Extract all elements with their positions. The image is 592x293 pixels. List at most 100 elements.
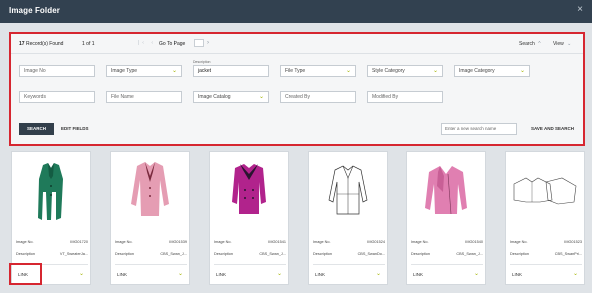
- description-label: Description: [313, 252, 332, 256]
- image-card[interactable]: Image No. IMG01539 Description CBS_Swan_…: [110, 151, 190, 285]
- divider: [11, 53, 583, 54]
- close-icon[interactable]: ×: [577, 4, 583, 16]
- divider: [214, 264, 286, 265]
- description-value: CBS_Swan_J...: [456, 252, 483, 256]
- chevron-down-icon[interactable]: ⌄: [376, 270, 381, 277]
- divider: [115, 264, 187, 265]
- description-value: CBS_SwanDo...: [357, 252, 385, 256]
- record-count-label: Record(s) Found: [25, 41, 64, 47]
- description-input[interactable]: jacket: [193, 65, 269, 77]
- image-no-label: Image No.: [313, 240, 331, 244]
- image-type-select[interactable]: Image Type ⌄: [106, 65, 182, 77]
- chevron-down-icon[interactable]: ⌄: [79, 270, 84, 277]
- jacket-image: [131, 162, 169, 216]
- goto-next-icon[interactable]: ›: [207, 40, 209, 46]
- created-by-input[interactable]: Created By: [280, 91, 356, 103]
- image-thumbnail[interactable]: [210, 152, 288, 232]
- image-no-label: Image No.: [16, 240, 34, 244]
- image-card[interactable]: Image No. IMG01540 Description CBS_Swan_…: [406, 151, 486, 285]
- image-thumbnail[interactable]: [111, 152, 189, 232]
- image-no-value: IMG01540: [465, 240, 483, 244]
- image-no-value: IMG01541: [268, 240, 286, 244]
- page-info: 1 of 1: [82, 41, 95, 47]
- description-value: VT_SweaterJa...: [59, 252, 88, 256]
- modified-by-placeholder: Modified By: [372, 94, 399, 100]
- chevron-down-icon: ⌄: [258, 94, 264, 100]
- link-button[interactable]: LINK: [512, 272, 522, 277]
- image-no-label: Image No.: [214, 240, 232, 244]
- jacket-image: [38, 163, 63, 220]
- link-button[interactable]: LINK: [117, 272, 127, 277]
- image-card[interactable]: Image No. IMG01524 Description CBS_SwanD…: [308, 151, 388, 285]
- search-panel: 17 Record(s) Found 1 of 1 |‹ ‹ › ›| Go T…: [9, 32, 585, 146]
- description-label: Description: [214, 252, 233, 256]
- view-toggle-label: View: [553, 41, 564, 47]
- jacket-image: [232, 164, 266, 214]
- image-no-label: Image No.: [411, 240, 429, 244]
- image-thumbnail[interactable]: [407, 152, 485, 232]
- chevron-down-icon[interactable]: ⌄: [178, 270, 183, 277]
- image-thumbnail[interactable]: [309, 152, 387, 232]
- chevron-down-icon[interactable]: ⌄: [277, 270, 282, 277]
- image-no-value: IMG01524: [367, 240, 385, 244]
- description-value: jacket: [198, 68, 212, 74]
- description-value: CBS_Swan_J...: [160, 252, 187, 256]
- image-category-value: Image Category: [459, 68, 495, 74]
- created-by-placeholder: Created By: [285, 94, 311, 100]
- description-label: Description: [16, 252, 35, 256]
- link-button[interactable]: LINK: [315, 272, 325, 277]
- image-no-value: IMG01720: [70, 240, 88, 244]
- search-toggle-label: Search: [519, 41, 535, 47]
- chevron-down-icon: ⌄: [171, 68, 177, 74]
- style-category-value: Style Category: [372, 68, 405, 74]
- description-label: Description: [115, 252, 134, 256]
- image-no-label: Image No.: [115, 240, 133, 244]
- description-caption: Description: [193, 60, 211, 64]
- image-no-placeholder: Image No: [24, 68, 46, 74]
- image-thumbnail[interactable]: [12, 152, 90, 232]
- image-no-label: Image No.: [510, 240, 528, 244]
- file-type-value: File Type: [285, 68, 306, 74]
- file-type-select[interactable]: File Type ⌄: [280, 65, 356, 77]
- modified-by-input[interactable]: Modified By: [367, 91, 443, 103]
- file-name-input[interactable]: File Name: [106, 91, 182, 103]
- image-catalog-value: Image Catalog: [198, 94, 231, 100]
- description-label: Description: [411, 252, 430, 256]
- style-category-select[interactable]: Style Category ⌄: [367, 65, 443, 77]
- divider: [510, 264, 582, 265]
- image-no-value: IMG01523: [564, 240, 582, 244]
- image-category-select[interactable]: Image Category ⌄: [454, 65, 530, 77]
- image-no-input[interactable]: Image No: [19, 65, 95, 77]
- new-search-name-input[interactable]: Enter a new search name: [441, 123, 517, 135]
- image-type-value: Image Type: [111, 68, 138, 74]
- jacket-sketch-image: [513, 177, 577, 205]
- record-count-number: 17: [19, 41, 25, 47]
- keywords-input[interactable]: Keywords: [19, 91, 95, 103]
- image-no-value: IMG01539: [169, 240, 187, 244]
- divider: [313, 264, 385, 265]
- search-toggle[interactable]: Search ^: [519, 41, 541, 47]
- goto-page-input[interactable]: [194, 39, 204, 47]
- link-button[interactable]: LINK: [413, 272, 423, 277]
- image-card[interactable]: Image No. IMG01541 Description CBS_Swan_…: [209, 151, 289, 285]
- description-label: Description: [510, 252, 529, 256]
- jacket-image: [425, 166, 467, 215]
- window-title: Image Folder: [9, 6, 60, 15]
- search-button[interactable]: SEARCH: [19, 123, 54, 135]
- goto-page-label: Go To Page: [159, 41, 186, 47]
- caret-up-icon: ^: [538, 41, 541, 47]
- image-card[interactable]: Image No. IMG01523 Description CBS_SwanP…: [505, 151, 585, 285]
- save-and-search-button[interactable]: SAVE AND SEARCH: [531, 126, 574, 131]
- new-search-placeholder: Enter a new search name: [445, 126, 497, 131]
- edit-fields-button[interactable]: EDIT FIELDS: [61, 126, 89, 131]
- link-button[interactable]: LINK: [216, 272, 226, 277]
- description-value: CBS_Swan_J...: [259, 252, 286, 256]
- description-value: CBS_SwanPri...: [554, 252, 582, 256]
- image-thumbnail[interactable]: [506, 152, 584, 232]
- chevron-down-icon[interactable]: ⌄: [474, 270, 479, 277]
- image-catalog-select[interactable]: Image Catalog ⌄: [193, 91, 269, 103]
- chevron-down-icon: ⌄: [345, 68, 351, 74]
- record-count: 17 Record(s) Found: [19, 41, 63, 47]
- chevron-down-icon[interactable]: ⌄: [573, 270, 578, 277]
- view-toggle[interactable]: View ⌄: [553, 41, 571, 47]
